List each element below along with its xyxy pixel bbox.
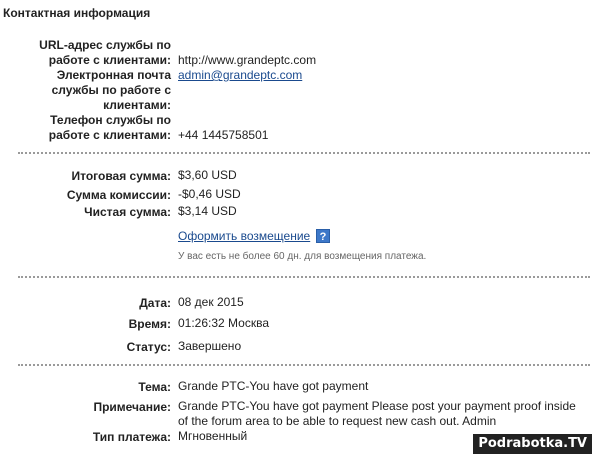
time-value: 01:26:32 Москва: [178, 316, 270, 330]
note-value: Grande PTC-You have got payment Please p…: [178, 399, 576, 428]
subject-value: Grande PTC-You have got payment: [178, 379, 369, 393]
net-value: $3,14 USD: [178, 204, 237, 218]
type-value: Мгновенный: [178, 429, 248, 443]
type-label: Тип платежа:: [92, 430, 171, 444]
fee-label: Сумма комиссии:: [66, 188, 171, 202]
total-label: Итоговая сумма:: [71, 169, 171, 183]
subject-label: Тема:: [138, 380, 171, 394]
help-icon[interactable]: ?: [316, 229, 330, 243]
time-label: Время:: [128, 317, 171, 331]
refund-note: У вас есть не более 60 дн. для возмещени…: [178, 251, 427, 262]
separator-3: [18, 364, 590, 366]
watermark: Podrabotka.TV: [473, 434, 592, 454]
phone-value: +44 1445758501: [178, 128, 269, 142]
url-label: URL-адрес службы по работе с клиентами:: [39, 38, 171, 67]
url-value: http://www.grandeptc.com: [178, 53, 317, 67]
net-label: Чистая сумма:: [84, 205, 171, 219]
date-label: Дата:: [139, 296, 171, 310]
note-label: Примечание:: [93, 400, 171, 414]
separator-2: [18, 276, 590, 278]
separator-1: [18, 152, 590, 154]
refund-link[interactable]: Оформить возмещение: [178, 229, 310, 244]
total-value: $3,60 USD: [178, 168, 237, 182]
fee-value: -$0,46 USD: [178, 187, 241, 201]
email-link[interactable]: admin@grandeptc.com: [178, 68, 302, 83]
email-label: Электронная почта службы по работе с кли…: [51, 68, 171, 112]
phone-label: Телефон службы по работе с клиентами:: [48, 113, 171, 142]
section-title: Контактная информация: [3, 6, 151, 20]
status-label: Статус:: [126, 340, 171, 354]
status-value: Завершено: [178, 339, 242, 353]
date-value: 08 дек 2015: [178, 295, 244, 309]
